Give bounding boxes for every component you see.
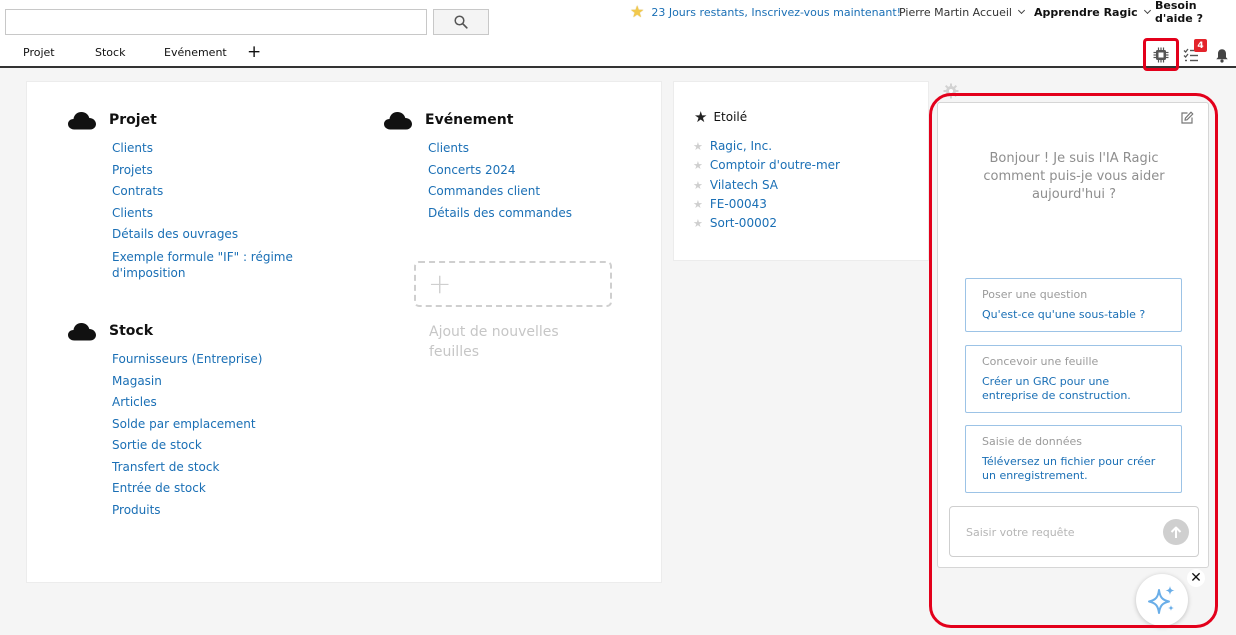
starred-item[interactable]: ★ Sort-00002 <box>693 214 840 233</box>
sheet-link[interactable]: Contrats <box>112 181 302 203</box>
help-menu[interactable]: Besoin d'aide ? <box>1155 0 1236 25</box>
sheet-link[interactable]: Sortie de stock <box>112 435 312 457</box>
sheet-link[interactable]: Clients <box>112 138 302 160</box>
starred-card: ★ Etoilé ★ Ragic, Inc. ★ Comptoir d'outre-… <box>673 81 929 261</box>
search-icon <box>454 15 468 29</box>
group-links-projet: Clients Projets Contrats Clients Détails… <box>112 138 302 284</box>
starred-item-label: Comptoir d'outre-mer <box>709 158 840 173</box>
tasks-count-badge: 4 <box>1194 39 1207 52</box>
bell-icon <box>1216 48 1228 63</box>
star-icon: ★ <box>693 217 703 231</box>
star-icon: ★ <box>630 2 645 21</box>
learn-menu-label: Apprendre Ragic <box>1034 5 1138 19</box>
learn-menu[interactable]: Apprendre Ragic <box>1034 4 1152 20</box>
group-links-stock: Fournisseurs (Entreprise) Magasin Articl… <box>112 349 312 521</box>
starred-item[interactable]: ★ Vilatech SA <box>693 176 840 195</box>
help-menu-label: Besoin d'aide ? <box>1155 0 1203 25</box>
sheet-link[interactable]: Détails des commandes <box>428 203 628 225</box>
chevron-down-icon <box>1143 6 1151 15</box>
search-input[interactable] <box>5 9 427 35</box>
star-icon: ★ <box>693 197 703 211</box>
starred-item-label: Ragic, Inc. <box>709 139 773 153</box>
tab-projet[interactable]: Projet <box>23 46 55 59</box>
starred-header: ★ Etoilé <box>694 108 748 126</box>
starred-item[interactable]: ★ FE-00043 <box>693 195 840 214</box>
starred-item-label: FE-00043 <box>709 196 767 211</box>
sheet-link[interactable]: Clients <box>112 203 302 225</box>
ai-button-highlight <box>1143 38 1179 71</box>
tab-bar: Projet Stock Evénement + <box>0 40 1236 68</box>
user-menu[interactable]: Pierre Martin Accueil <box>899 4 1026 20</box>
plus-icon: + <box>428 267 452 300</box>
group-title: Stock <box>109 323 154 339</box>
starred-list: ★ Ragic, Inc. ★ Comptoir d'outre-mer ★ Vila… <box>693 137 840 233</box>
starred-item-label: Vilatech SA <box>709 177 778 192</box>
group-header-evenement: Evénement <box>383 110 513 130</box>
sheet-link[interactable]: Commandes client <box>428 181 628 203</box>
tab-evenement[interactable]: Evénement <box>164 46 227 59</box>
ai-panel-highlight <box>929 93 1218 628</box>
chevron-down-icon <box>1017 6 1026 15</box>
search-button[interactable] <box>433 9 489 35</box>
starred-item[interactable]: ★ Comptoir d'outre-mer <box>693 156 840 175</box>
sheet-link[interactable]: Transfert de stock <box>112 457 312 479</box>
sheet-link[interactable]: Magasin <box>112 371 312 393</box>
group-header-stock: Stock <box>67 321 153 341</box>
sheet-link[interactable]: Produits <box>112 500 312 522</box>
sheet-link[interactable]: Clients <box>428 138 628 160</box>
add-sheet-button[interactable]: + <box>414 261 612 307</box>
star-icon: ★ <box>693 178 703 192</box>
star-icon: ★ <box>693 140 703 153</box>
group-links-evenement: Clients Concerts 2024 Commandes client D… <box>428 138 628 224</box>
sheet-link[interactable]: Détails des ouvrages <box>112 224 302 246</box>
group-header-projet: Projet <box>67 110 157 130</box>
sheet-link[interactable]: Exemple formule "IF" : régime d'impositi… <box>112 246 302 284</box>
trial-link[interactable]: 23 Jours restants, Inscrivez-vous mainte… <box>651 6 901 19</box>
add-tab-button[interactable]: + <box>247 42 261 62</box>
sheet-link[interactable]: Projets <box>112 160 302 182</box>
add-sheet-label[interactable]: Ajout de nouvelles feuilles <box>429 322 589 362</box>
sheet-link[interactable]: Fournisseurs (Entreprise) <box>112 349 312 371</box>
user-menu-label: Pierre Martin Accueil <box>899 5 1012 19</box>
group-title: Projet <box>109 112 157 128</box>
group-title: Evénement <box>425 112 514 128</box>
cloud-icon <box>68 323 96 341</box>
starred-title: Etoilé <box>713 110 748 124</box>
cloud-icon <box>68 112 96 130</box>
tab-stock[interactable]: Stock <box>95 46 125 59</box>
star-icon: ★ <box>694 108 708 126</box>
trial-banner[interactable]: ★ 23 Jours restants, Inscrivez-vous main… <box>630 4 901 20</box>
star-icon: ★ <box>693 159 703 173</box>
sheet-link[interactable]: Articles <box>112 392 312 414</box>
cloud-icon <box>384 112 412 130</box>
sheet-link[interactable]: Solde par emplacement <box>112 414 312 436</box>
top-bar: ★ 23 Jours restants, Inscrivez-vous main… <box>0 0 1236 40</box>
starred-item[interactable]: ★ Ragic, Inc. <box>693 137 840 156</box>
sheet-link[interactable]: Concerts 2024 <box>428 160 628 182</box>
starred-item-label: Sort-00002 <box>709 216 777 231</box>
notifications-button[interactable] <box>1211 44 1233 66</box>
sheet-link[interactable]: Entrée de stock <box>112 478 312 500</box>
